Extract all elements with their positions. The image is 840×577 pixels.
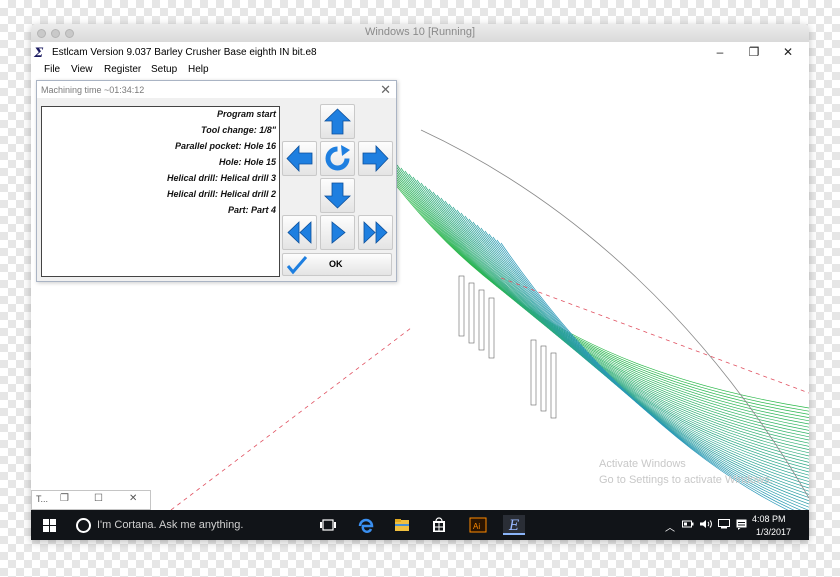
windows-start-icon[interactable] [43, 519, 56, 532]
activation-watermark-title: Activate Windows [599, 458, 686, 470]
menu-setup[interactable]: Setup [151, 64, 177, 75]
menu-help[interactable]: Help [188, 64, 209, 75]
vm-window: Windows 10 [Running] Σ Estlcam Version 9… [31, 24, 809, 540]
list-item[interactable]: Hole: Hole 15 [219, 157, 276, 167]
toolpath-line [372, 146, 809, 418]
toolpath-line [456, 209, 809, 486]
toolpath-line [416, 179, 809, 454]
toolpath-line [468, 218, 809, 495]
close-button[interactable]: ✕ [771, 44, 805, 61]
ok-button[interactable]: OK [282, 253, 392, 276]
toolpath-line [444, 200, 809, 476]
toolpath-line [368, 143, 809, 415]
checkmark-icon [286, 256, 308, 275]
list-item[interactable]: Helical drill: Helical drill 2 [167, 189, 276, 199]
toolpath-line [364, 140, 809, 412]
move-up-button[interactable] [320, 104, 355, 139]
estlcam-icon: Σ [34, 46, 44, 61]
tray-overflow-icon[interactable]: ︿ [665, 519, 675, 534]
rewind-button[interactable] [282, 215, 317, 250]
dialog-close-button[interactable]: ✕ [380, 82, 391, 98]
battery-icon[interactable] [682, 519, 694, 532]
arrow-right-icon [362, 145, 389, 172]
minimize-button[interactable]: – [703, 44, 737, 61]
rotate-icon [325, 145, 350, 171]
move-right-button[interactable] [358, 141, 393, 176]
list-item[interactable]: Helical drill: Helical drill 3 [167, 173, 276, 183]
list-item[interactable]: Part: Part 4 [228, 205, 276, 215]
toolpath-line [460, 212, 809, 489]
toolpath-line [440, 197, 809, 473]
play-button[interactable] [320, 215, 355, 250]
toolpath-line [448, 203, 809, 479]
toolpath-line [432, 191, 809, 466]
toolpath-line [436, 194, 809, 470]
restore-button[interactable]: ❐ [737, 44, 771, 61]
toolpath-line [452, 206, 809, 482]
toolpath-line [380, 152, 809, 425]
toolpath-line [392, 161, 809, 434]
store-icon[interactable] [428, 515, 450, 535]
dialog-title: Machining time ~01:34:12 [41, 85, 145, 95]
clock-date[interactable]: 1/3/2017 [756, 527, 791, 537]
toolpath-line [424, 185, 809, 460]
mini-maximize-button[interactable]: ☐ [94, 493, 103, 504]
network-icon[interactable] [718, 519, 731, 532]
rotate-button[interactable] [320, 141, 355, 176]
toolpath-line [428, 188, 809, 463]
mini-window-title: T... [36, 494, 49, 504]
mini-close-button[interactable]: ✕ [129, 493, 137, 504]
illustrator-icon[interactable]: Ai [467, 515, 489, 535]
svg-text:Ai: Ai [473, 522, 480, 531]
task-view-icon[interactable] [317, 515, 339, 535]
app-title: Estlcam Version 9.037 Barley Crusher Bas… [52, 47, 317, 58]
play-icon [331, 221, 346, 244]
taskbar: I'm Cortana. Ask me anything. Ai E ︿ 4:0… [31, 510, 809, 540]
activation-watermark-text: Go to Settings to activate Windows. [599, 474, 773, 486]
menu-file[interactable]: File [44, 64, 60, 75]
list-item[interactable]: Tool change: 1/8" [201, 125, 276, 135]
arrow-down-icon [324, 182, 351, 209]
toolpath-line [464, 215, 809, 492]
edge-icon[interactable] [355, 515, 377, 535]
fast-forward-icon [363, 221, 388, 244]
clock-time[interactable]: 4:08 PM [752, 514, 786, 524]
cortana-search-box[interactable]: I'm Cortana. Ask me anything. [97, 519, 243, 531]
rewind-icon [287, 221, 312, 244]
menu-bar: File View Register Setup Help [31, 64, 809, 78]
ok-label: OK [329, 259, 343, 269]
vm-title: Windows 10 [Running] [364, 26, 476, 38]
svg-text:E: E [508, 518, 519, 534]
app-titlebar[interactable]: Σ Estlcam Version 9.037 Barley Crusher B… [31, 42, 809, 64]
toolpath-line [376, 149, 809, 422]
file-explorer-icon[interactable] [391, 515, 413, 535]
move-left-button[interactable] [282, 141, 317, 176]
mini-restore-button[interactable]: ❐ [60, 493, 69, 504]
volume-icon[interactable] [699, 519, 713, 532]
operation-list[interactable]: Program start Tool change: 1/8" Parallel… [41, 106, 280, 277]
menu-register[interactable]: Register [104, 64, 141, 75]
vm-titlebar[interactable]: Windows 10 [Running] [31, 24, 809, 43]
move-down-button[interactable] [320, 178, 355, 213]
minimized-window-strip[interactable]: T... ❐ ☐ ✕ [31, 490, 151, 510]
list-item[interactable]: Program start [217, 109, 276, 119]
estlcam-taskbar-icon[interactable]: E [503, 515, 525, 535]
dialog-titlebar[interactable]: Machining time ~01:34:12 ✕ [37, 81, 396, 98]
menu-view[interactable]: View [71, 64, 93, 75]
cortana-icon[interactable] [76, 518, 91, 533]
toolpath-line [384, 155, 809, 428]
toolpath-line [388, 158, 809, 431]
arrow-up-icon [324, 108, 351, 135]
notifications-icon[interactable] [736, 519, 748, 533]
fast-forward-button[interactable] [358, 215, 393, 250]
arrow-left-icon [286, 145, 313, 172]
list-item[interactable]: Parallel pocket: Hole 16 [175, 141, 276, 151]
machining-dialog: Machining time ~01:34:12 ✕ Program start… [36, 80, 397, 282]
